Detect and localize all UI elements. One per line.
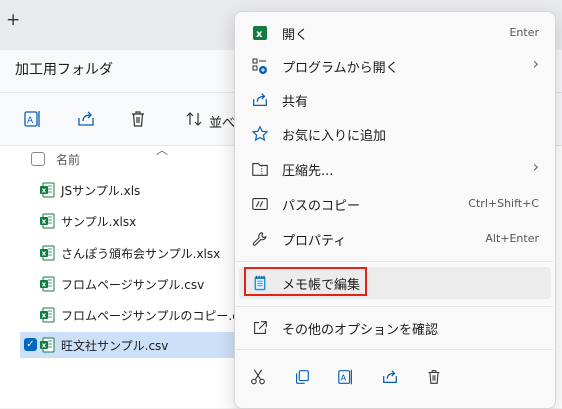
rename-button[interactable]: A — [331, 362, 361, 392]
address-path[interactable]: 加工用フォルダ — [15, 59, 113, 79]
menu-item-add-favorite[interactable]: お気に入りに追加 — [239, 118, 551, 150]
menu-item-more-options[interactable]: その他のオプションを確認 — [239, 312, 551, 344]
sort-chevron-up-icon: ︿ — [156, 143, 169, 157]
menu-item-label: パスのコピー — [282, 199, 361, 214]
zip-folder-icon — [250, 159, 270, 179]
menu-item-label: 圧縮先... — [282, 164, 334, 179]
notepad-icon — [250, 273, 270, 293]
svg-text:x: x — [42, 281, 47, 289]
excel-icon: x — [250, 23, 270, 43]
svg-text:x: x — [42, 187, 47, 195]
menu-item-label: プロパティ — [282, 234, 347, 249]
copy-icon — [296, 370, 309, 384]
svg-text:x: x — [42, 250, 47, 258]
excel-file-icon: x — [39, 245, 55, 261]
csv-file-icon: x — [39, 307, 55, 323]
menu-item-label: プログラムから開く — [282, 61, 399, 76]
svg-text:x: x — [42, 218, 47, 226]
share-button[interactable] — [375, 362, 405, 392]
menu-shortcut: Alt+Enter — [485, 232, 539, 245]
menu-item-label: メモ帳で編集 — [282, 278, 361, 293]
menu-separator — [235, 349, 553, 350]
file-name: さんぽう頒布会サンプル.xlsx — [61, 247, 221, 261]
file-name: フロムページサンプル.csv — [61, 278, 205, 292]
file-name: JSサンプル.xls — [61, 184, 141, 198]
file-name: 旺文社サンプル.csv — [61, 339, 169, 353]
menu-item-compress[interactable]: 圧縮先... › — [239, 153, 551, 185]
context-menu: x 開く Enter プログラムから開く › 共有 お気に入りに追加 圧縮先..… — [234, 11, 556, 409]
delete-toolbar-button[interactable] — [126, 107, 150, 131]
wrench-icon — [250, 229, 270, 249]
share-icon — [78, 111, 94, 126]
menu-separator — [235, 306, 553, 307]
chevron-right-icon: › — [532, 54, 539, 73]
share-icon — [250, 90, 270, 110]
sort-label[interactable]: 並べ — [209, 112, 235, 131]
menu-item-label: 開く — [282, 28, 309, 43]
copy-path-icon — [250, 194, 270, 214]
menu-shortcut: Enter — [509, 26, 539, 39]
share-icon — [383, 370, 397, 384]
menu-shortcut: Ctrl+Shift+C — [468, 197, 539, 210]
trash-icon — [132, 111, 144, 127]
delete-button[interactable] — [419, 362, 449, 392]
svg-text:x: x — [256, 29, 263, 40]
svg-text:A: A — [27, 116, 34, 126]
menu-item-label: 共有 — [282, 95, 309, 110]
open-with-icon — [250, 56, 270, 76]
rename-icon: A — [24, 111, 40, 127]
sort-icon — [186, 112, 202, 126]
menu-item-share[interactable]: 共有 — [239, 84, 551, 116]
file-name: フロムページサンプルのコピー.csv — [61, 309, 253, 323]
svg-text:x: x — [42, 312, 47, 320]
svg-text:x: x — [42, 342, 47, 350]
cut-button[interactable] — [243, 362, 273, 392]
excel-file-icon: x — [39, 213, 55, 229]
excel-file-icon: x — [39, 182, 55, 198]
cut-icon — [251, 369, 265, 385]
column-header-name[interactable]: 名前 — [56, 151, 80, 168]
sort-toolbar-button[interactable] — [182, 107, 206, 131]
menu-item-label: その他のオプションを確認 — [282, 323, 439, 338]
share-toolbar-button[interactable] — [74, 107, 98, 131]
checkbox-checked-icon[interactable]: ✓ — [24, 338, 37, 351]
new-tab-button[interactable]: + — [6, 10, 20, 30]
copy-button[interactable] — [287, 362, 317, 392]
menu-item-copy-path[interactable]: パスのコピー Ctrl+Shift+C — [239, 188, 551, 220]
menu-item-open-with[interactable]: プログラムから開く › — [239, 50, 551, 82]
chevron-right-icon: › — [532, 157, 539, 176]
menu-item-open[interactable]: x 開く Enter — [239, 17, 551, 49]
trash-icon — [428, 370, 440, 384]
menu-item-properties[interactable]: プロパティ Alt+Enter — [239, 223, 551, 255]
menu-item-label: お気に入りに追加 — [282, 129, 387, 144]
menu-separator — [235, 261, 553, 262]
csv-file-icon: x — [39, 276, 55, 292]
menu-item-edit-notepad[interactable]: メモ帳で編集 — [239, 267, 551, 299]
csv-file-icon: x — [39, 337, 55, 353]
file-name: サンプル.xlsx — [61, 215, 137, 229]
svg-text:A: A — [341, 373, 347, 383]
rename-icon: A — [338, 369, 352, 385]
rename-toolbar-button[interactable]: A — [21, 107, 45, 131]
select-all-checkbox[interactable] — [31, 152, 45, 166]
star-icon — [250, 124, 270, 144]
external-icon — [250, 318, 270, 338]
